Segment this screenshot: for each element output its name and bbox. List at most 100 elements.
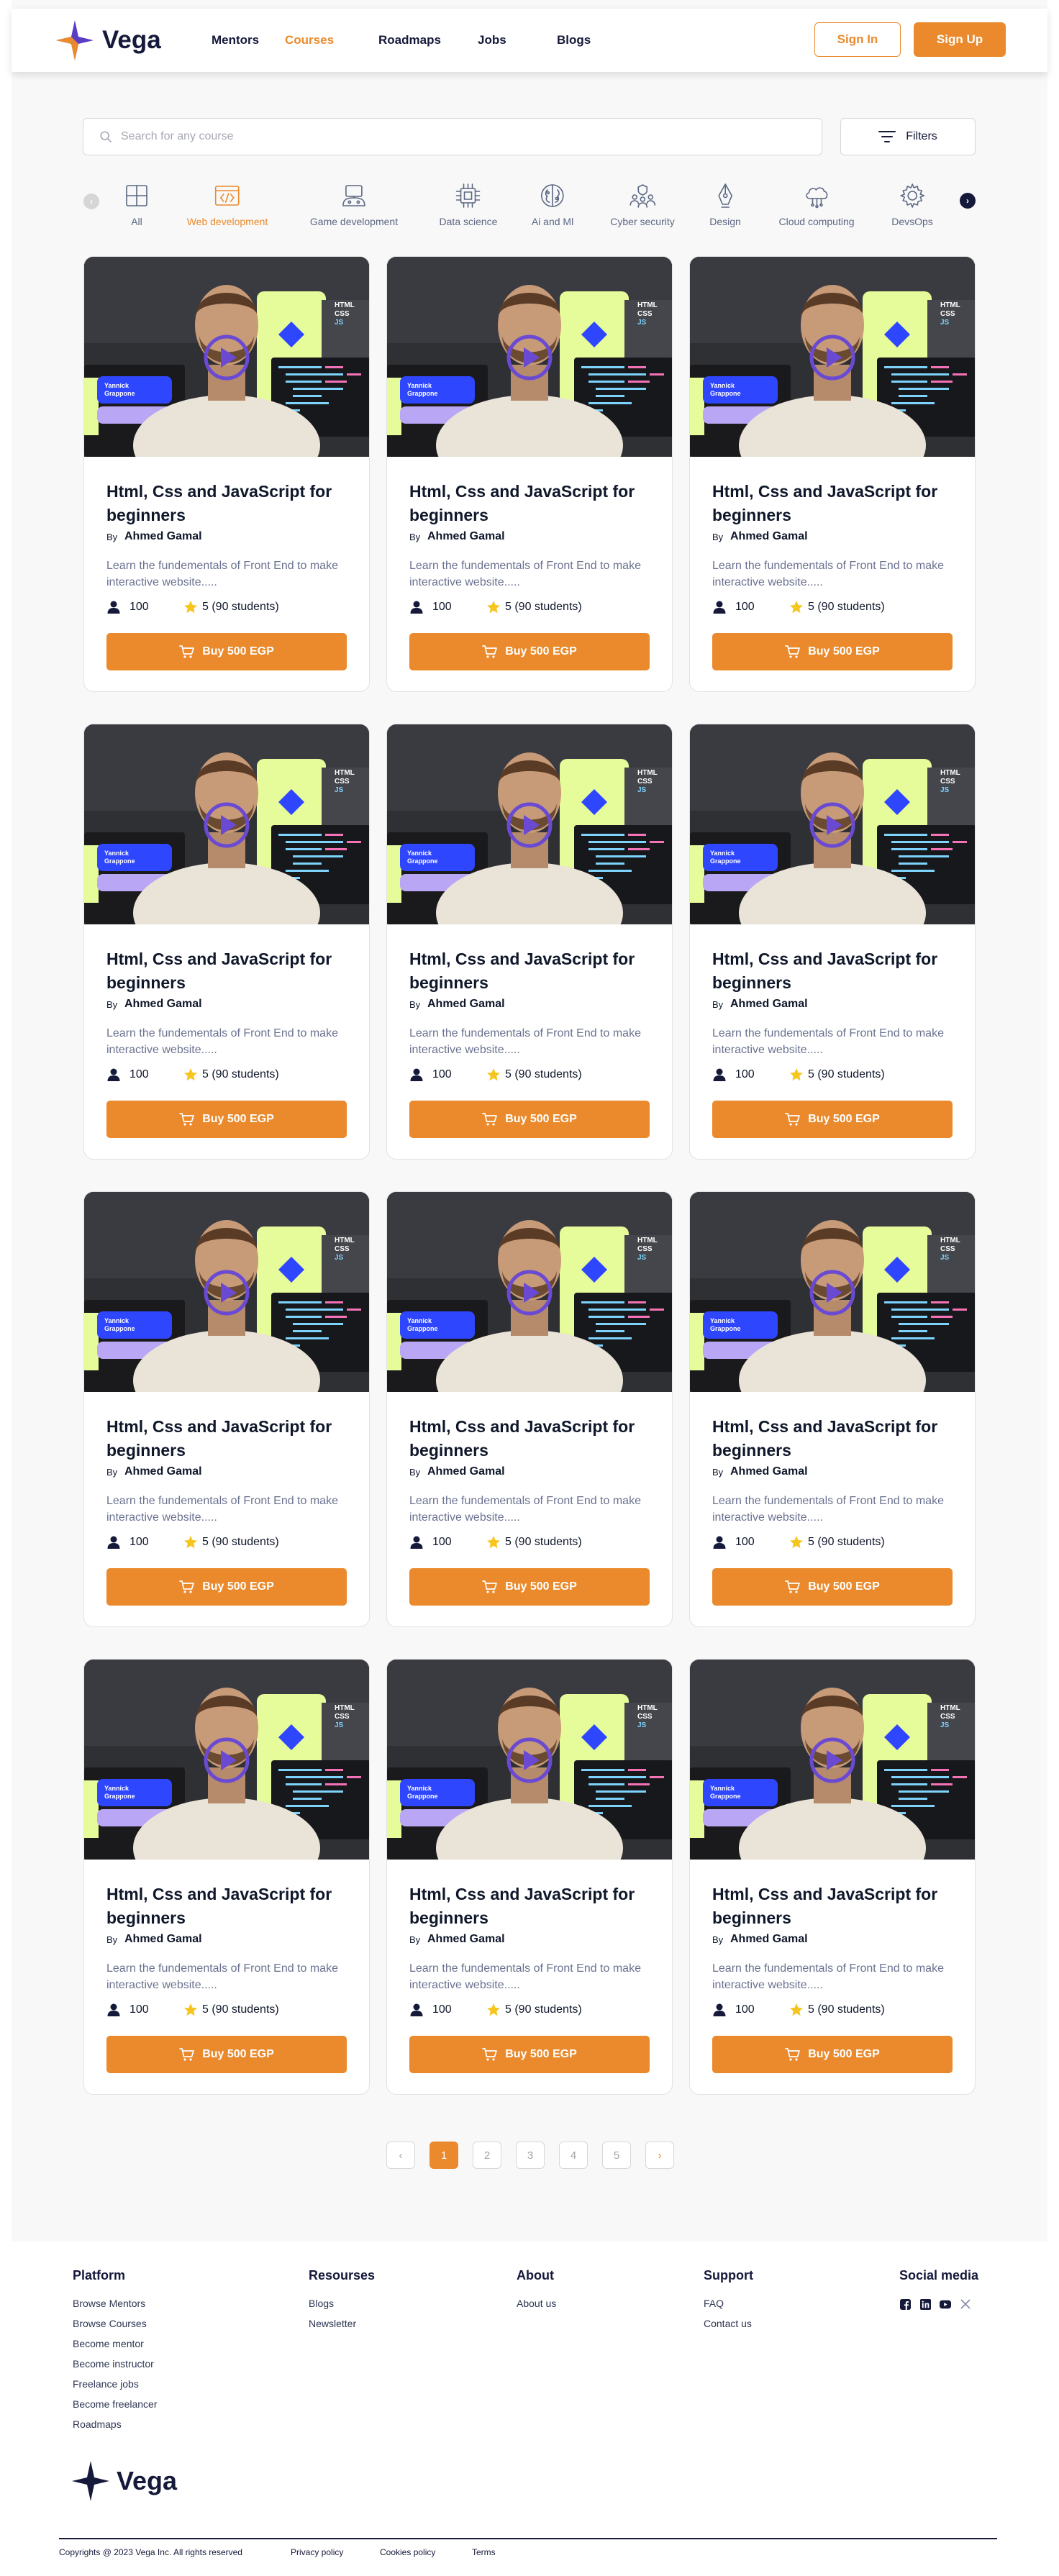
course-card[interactable]: HTML CSS JS Yannick Grappone Html, Css a… (83, 1659, 370, 2095)
course-author[interactable]: Ahmed Gamal (427, 998, 505, 1011)
course-author[interactable]: Ahmed Gamal (730, 1933, 808, 1946)
course-title[interactable]: Html, Css and JavaScript for beginners (106, 480, 351, 527)
footer-link-become-instructor[interactable]: Become instructor (73, 2358, 154, 2370)
youtube-icon[interactable] (940, 2298, 951, 2310)
buy-course-button[interactable]: Buy 500 EGP (409, 2036, 650, 2073)
course-title[interactable]: Html, Css and JavaScript for beginners (712, 480, 957, 527)
course-card[interactable]: HTML CSS JS Yannick Grappone Html, Css a… (689, 1659, 976, 2095)
buy-course-button[interactable]: Buy 500 EGP (712, 633, 953, 670)
buy-course-button[interactable]: Buy 500 EGP (106, 2036, 347, 2073)
course-thumbnail[interactable]: HTML CSS JS Yannick Grappone (690, 1192, 975, 1392)
next-page-button[interactable]: › (645, 2142, 674, 2169)
course-card[interactable]: HTML CSS JS Yannick Grappone Html, Css a… (689, 724, 976, 1160)
nav-link-mentors[interactable]: Mentors (212, 33, 259, 47)
footer-link-become-freelancer[interactable]: Become freelancer (73, 2398, 158, 2410)
course-card[interactable]: HTML CSS JS Yannick Grappone Html, Css a… (689, 256, 976, 692)
course-thumbnail[interactable]: HTML CSS JS Yannick Grappone (84, 1660, 369, 1860)
terms-link[interactable]: Terms (472, 2547, 496, 2557)
course-title[interactable]: Html, Css and JavaScript for beginners (106, 947, 351, 995)
course-card[interactable]: HTML CSS JS Yannick Grappone Html, Css a… (386, 256, 673, 692)
course-card[interactable]: HTML CSS JS Yannick Grappone Html, Css a… (386, 724, 673, 1160)
course-thumbnail[interactable]: HTML CSS JS Yannick Grappone (84, 257, 369, 457)
nav-link-jobs[interactable]: Jobs (478, 33, 506, 47)
footer-logo[interactable]: Vega (71, 2459, 177, 2503)
course-author[interactable]: Ahmed Gamal (124, 530, 202, 543)
footer-link-blogs[interactable]: Blogs (309, 2298, 334, 2309)
nav-link-courses[interactable]: Courses (285, 33, 334, 47)
course-thumbnail[interactable]: HTML CSS JS Yannick Grappone (387, 1660, 672, 1860)
category-tab-design[interactable]: Design (709, 181, 741, 227)
privacy-policy-link[interactable]: Privacy policy (291, 2547, 343, 2557)
footer-link-browse-mentors[interactable]: Browse Mentors (73, 2298, 145, 2309)
course-author[interactable]: Ahmed Gamal (124, 998, 202, 1011)
sign-up-button[interactable]: Sign Up (914, 22, 1006, 57)
course-author[interactable]: Ahmed Gamal (427, 1933, 505, 1946)
filters-button[interactable]: Filters (840, 118, 976, 155)
course-search-input[interactable]: Search for any course (83, 118, 822, 155)
course-thumbnail[interactable]: HTML CSS JS Yannick Grappone (690, 1660, 975, 1860)
course-title[interactable]: Html, Css and JavaScript for beginners (106, 1415, 351, 1462)
buy-course-button[interactable]: Buy 500 EGP (712, 2036, 953, 2073)
course-title[interactable]: Html, Css and JavaScript for beginners (409, 1883, 654, 1930)
course-card[interactable]: HTML CSS JS Yannick Grappone Html, Css a… (83, 256, 370, 692)
category-tab-devsops[interactable]: DevsOps (891, 181, 933, 227)
footer-link-browse-courses[interactable]: Browse Courses (73, 2318, 147, 2329)
facebook-icon[interactable] (899, 2298, 911, 2310)
course-card[interactable]: HTML CSS JS Yannick Grappone Html, Css a… (386, 1659, 673, 2095)
course-card[interactable]: HTML CSS JS Yannick Grappone Html, Css a… (386, 1191, 673, 1627)
cookies-policy-link[interactable]: Cookies policy (380, 2547, 435, 2557)
course-thumbnail[interactable]: HTML CSS JS Yannick Grappone (690, 257, 975, 457)
course-author[interactable]: Ahmed Gamal (730, 1465, 808, 1478)
course-author[interactable]: Ahmed Gamal (730, 998, 808, 1011)
course-author[interactable]: Ahmed Gamal (730, 530, 808, 543)
course-author[interactable]: Ahmed Gamal (427, 530, 505, 543)
prev-page-button[interactable]: ‹ (386, 2142, 415, 2169)
footer-link-freelance-jobs[interactable]: Freelance jobs (73, 2378, 139, 2390)
course-card[interactable]: HTML CSS JS Yannick Grappone Html, Css a… (689, 1191, 976, 1627)
course-author[interactable]: Ahmed Gamal (427, 1465, 505, 1478)
course-thumbnail[interactable]: HTML CSS JS Yannick Grappone (690, 724, 975, 924)
sign-in-button[interactable]: Sign In (814, 22, 901, 57)
category-tab-web-development[interactable]: Web development (187, 181, 268, 227)
categories-prev-button[interactable]: ‹ (83, 194, 99, 209)
page-button-5[interactable]: 5 (602, 2142, 631, 2169)
page-button-3[interactable]: 3 (516, 2142, 545, 2169)
course-title[interactable]: Html, Css and JavaScript for beginners (712, 947, 957, 995)
course-title[interactable]: Html, Css and JavaScript for beginners (712, 1883, 957, 1930)
category-tab-data-science[interactable]: Data science (440, 181, 497, 227)
page-button-1[interactable]: 1 (429, 2142, 458, 2169)
course-thumbnail[interactable]: HTML CSS JS Yannick Grappone (84, 724, 369, 924)
course-title[interactable]: Html, Css and JavaScript for beginners (409, 947, 654, 995)
category-tab-ai-and-ml[interactable]: Ai and Ml (532, 181, 573, 227)
buy-course-button[interactable]: Buy 500 EGP (106, 1568, 347, 1606)
buy-course-button[interactable]: Buy 500 EGP (712, 1101, 953, 1138)
page-button-4[interactable]: 4 (559, 2142, 588, 2169)
buy-course-button[interactable]: Buy 500 EGP (712, 1568, 953, 1606)
category-tab-game-development[interactable]: Game development (310, 181, 398, 227)
course-thumbnail[interactable]: HTML CSS JS Yannick Grappone (387, 257, 672, 457)
categories-next-button[interactable]: › (960, 193, 976, 209)
category-tab-cloud-computing[interactable]: Cloud computing (778, 181, 855, 227)
x-icon[interactable] (960, 2298, 971, 2310)
course-author[interactable]: Ahmed Gamal (124, 1933, 202, 1946)
course-author[interactable]: Ahmed Gamal (124, 1465, 202, 1478)
course-thumbnail[interactable]: HTML CSS JS Yannick Grappone (84, 1192, 369, 1392)
page-button-2[interactable]: 2 (473, 2142, 501, 2169)
course-card[interactable]: HTML CSS JS Yannick Grappone Html, Css a… (83, 1191, 370, 1627)
footer-link-roadmaps[interactable]: Roadmaps (73, 2418, 122, 2430)
buy-course-button[interactable]: Buy 500 EGP (409, 1568, 650, 1606)
course-title[interactable]: Html, Css and JavaScript for beginners (409, 480, 654, 527)
buy-course-button[interactable]: Buy 500 EGP (409, 1101, 650, 1138)
course-thumbnail[interactable]: HTML CSS JS Yannick Grappone (387, 1192, 672, 1392)
footer-link-newsletter[interactable]: Newsletter (309, 2318, 356, 2329)
buy-course-button[interactable]: Buy 500 EGP (106, 633, 347, 670)
nav-link-roadmaps[interactable]: Roadmaps (378, 33, 441, 47)
vega-logo[interactable]: Vega (55, 19, 161, 62)
course-title[interactable]: Html, Css and JavaScript for beginners (106, 1883, 351, 1930)
course-title[interactable]: Html, Css and JavaScript for beginners (409, 1415, 654, 1462)
category-tab-all[interactable]: All (122, 181, 151, 227)
course-title[interactable]: Html, Css and JavaScript for beginners (712, 1415, 957, 1462)
footer-link-faq[interactable]: FAQ (704, 2298, 724, 2309)
linkedin-icon[interactable] (919, 2298, 931, 2310)
course-thumbnail[interactable]: HTML CSS JS Yannick Grappone (387, 724, 672, 924)
